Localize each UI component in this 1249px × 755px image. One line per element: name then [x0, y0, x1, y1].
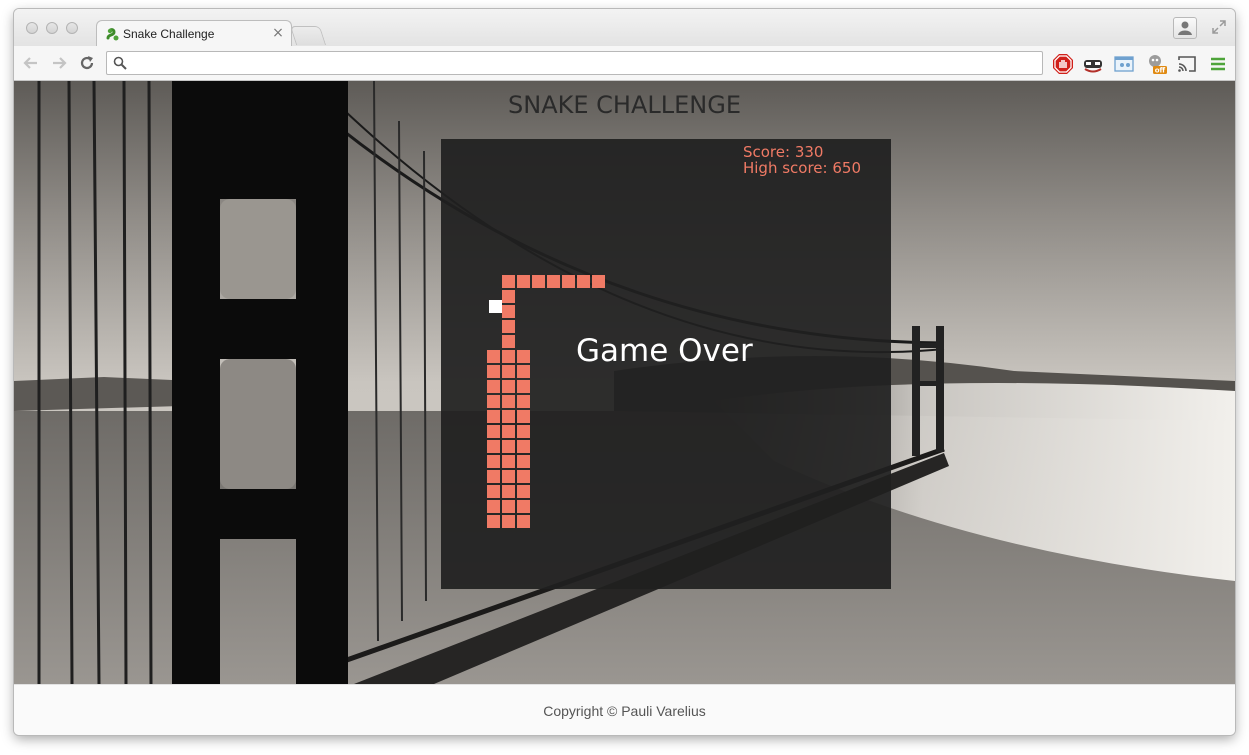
copyright-text: Copyright © Pauli Varelius — [543, 703, 706, 719]
svg-text:off: off — [1155, 67, 1166, 75]
back-arrow-icon[interactable] — [22, 54, 40, 72]
snake-segment — [502, 320, 515, 333]
person-icon — [1178, 21, 1192, 35]
page-content: SNAKE CHALLENGE Score: 330 High score: 6… — [14, 81, 1235, 684]
snake-segment — [502, 395, 515, 408]
address-bar[interactable] — [106, 51, 1043, 75]
snake-segment — [517, 515, 530, 528]
title-bar: Snake Challenge × — [14, 9, 1235, 47]
page-title: SNAKE CHALLENGE — [508, 91, 741, 119]
snake-segment — [502, 275, 515, 288]
snake-segment — [592, 275, 605, 288]
extension-off-icon[interactable]: off — [1146, 53, 1168, 75]
snake-segment — [562, 275, 575, 288]
snake-segment — [517, 470, 530, 483]
score-text: Score: 330 — [742, 143, 824, 161]
snake-segment — [502, 290, 515, 303]
browser-window: Snake Challenge × off SNAKE CHALLENGE Sc… — [14, 9, 1235, 735]
snake-segment — [517, 365, 530, 378]
reload-icon[interactable] — [78, 54, 96, 72]
snake-segment — [517, 455, 530, 468]
fullscreen-icon[interactable] — [1211, 19, 1227, 35]
snake-segment — [487, 440, 500, 453]
snake-segment — [517, 380, 530, 393]
snake-favicon-icon — [106, 28, 119, 41]
browser-toolbar: off — [14, 46, 1235, 81]
window-resizer-icon[interactable] — [1113, 53, 1135, 75]
snake-segment — [502, 455, 515, 468]
close-tab-icon[interactable]: × — [271, 24, 285, 42]
snake-segment — [502, 440, 515, 453]
tab-title: Snake Challenge — [123, 27, 215, 41]
menu-hamburger-icon[interactable] — [1207, 53, 1229, 75]
page-footer: Copyright © Pauli Varelius — [14, 684, 1235, 735]
snake-segment — [502, 425, 515, 438]
snake-segment — [517, 395, 530, 408]
snake-segment — [487, 500, 500, 513]
incognito-mask-icon[interactable] — [1082, 53, 1104, 75]
snake-segment — [487, 350, 500, 363]
snake-segment — [517, 275, 530, 288]
adblock-stop-icon[interactable] — [1052, 53, 1074, 75]
snake-segment — [502, 500, 515, 513]
snake-segment — [502, 335, 515, 348]
zoom-window-button[interactable] — [66, 22, 78, 34]
snake-segment — [502, 485, 515, 498]
snake-segment — [487, 470, 500, 483]
snake-segment — [577, 275, 590, 288]
search-icon — [113, 56, 127, 70]
snake-segment — [517, 425, 530, 438]
snake-segment — [517, 410, 530, 423]
snake-segment — [517, 350, 530, 363]
game-board[interactable]: Score: 330 High score: 650 Game Over — [441, 139, 891, 589]
snake-segment — [487, 425, 500, 438]
snake-segment — [502, 515, 515, 528]
address-input[interactable] — [131, 54, 1035, 74]
snake-segment — [487, 485, 500, 498]
snake-segment — [517, 485, 530, 498]
game-over-message: Game Over — [576, 333, 753, 369]
snake-segment — [502, 470, 515, 483]
forward-arrow-icon[interactable] — [50, 54, 68, 72]
snake-segment — [502, 410, 515, 423]
profile-button[interactable] — [1173, 17, 1197, 39]
snake-segment — [487, 365, 500, 378]
snake-segment — [547, 275, 560, 288]
snake-segment — [502, 380, 515, 393]
new-tab-button[interactable] — [289, 26, 327, 45]
high-score-text: High score: 650 — [742, 159, 861, 177]
snake-segment — [502, 365, 515, 378]
minimize-window-button[interactable] — [46, 22, 58, 34]
score-panel: Score: 330 High score: 650 — [743, 144, 861, 176]
snake-segment — [487, 380, 500, 393]
cast-icon[interactable] — [1176, 53, 1198, 75]
snake-segment — [487, 455, 500, 468]
snake-segment — [532, 275, 545, 288]
tab-snake-challenge[interactable]: Snake Challenge × — [96, 20, 292, 47]
snake-segment — [502, 305, 515, 318]
snake-segment — [517, 500, 530, 513]
food-pellet — [489, 300, 502, 313]
snake-segment — [487, 410, 500, 423]
snake-segment — [487, 395, 500, 408]
snake-segment — [517, 440, 530, 453]
close-window-button[interactable] — [26, 22, 38, 34]
snake-segment — [502, 350, 515, 363]
snake-segment — [487, 515, 500, 528]
